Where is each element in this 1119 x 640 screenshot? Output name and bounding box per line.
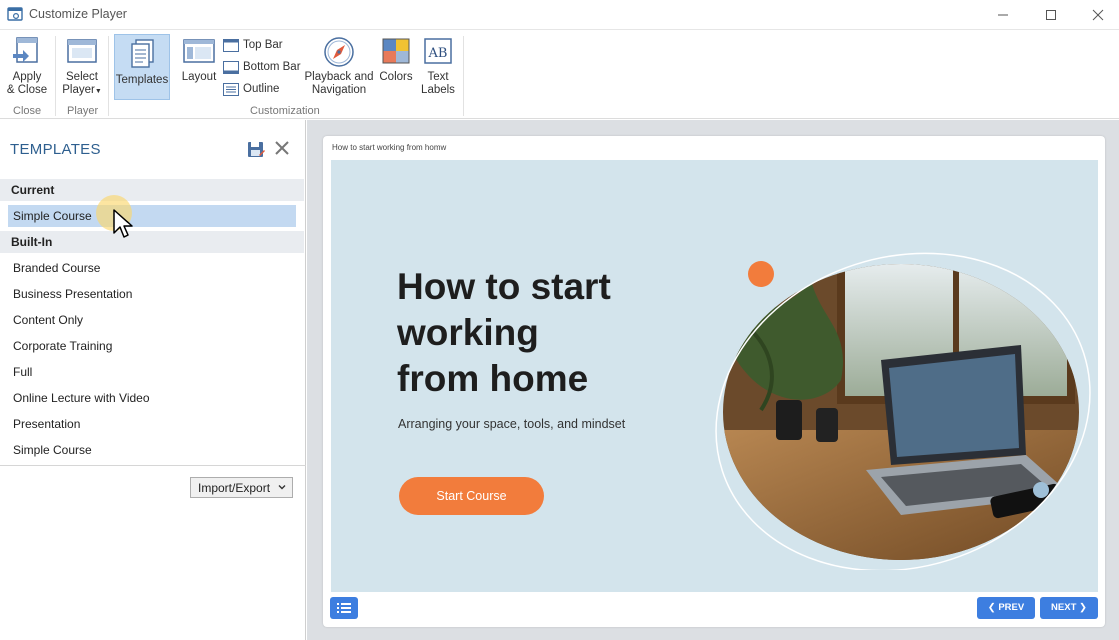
template-item[interactable]: Business Presentation xyxy=(8,283,296,305)
maximize-icon[interactable] xyxy=(1028,0,1074,30)
window-title: Customize Player xyxy=(29,7,127,21)
templates-panel: TEMPLATES Current Simple Course Built-In… xyxy=(0,120,306,640)
slide-subtitle: Arranging your space, tools, and mindset xyxy=(398,417,626,431)
mouse-cursor-icon xyxy=(113,209,133,238)
layout-button[interactable]: Layout xyxy=(178,34,220,84)
ribbon-separator xyxy=(55,36,56,116)
workspace-photo-image xyxy=(715,252,1091,570)
close-panel-icon[interactable] xyxy=(273,139,291,157)
import-export-label: Import/Export xyxy=(198,481,271,495)
apply-close-label-1: Apply xyxy=(12,71,42,83)
templates-panel-title: TEMPLATES xyxy=(10,141,101,158)
bottom-bar-label: Bottom Bar xyxy=(243,61,301,73)
dropdown-arrow-icon: ▼ xyxy=(94,88,102,95)
apply-close-button[interactable]: Apply & Close xyxy=(6,34,48,97)
colors-button[interactable]: Colors xyxy=(378,34,414,84)
template-item[interactable]: Content Only xyxy=(8,309,296,331)
title-bar: Customize Player xyxy=(0,0,1119,30)
slide-heading: How to start working from home xyxy=(397,266,611,399)
apply-close-icon xyxy=(13,37,38,63)
playback-label-2: Navigation xyxy=(311,84,367,96)
minimize-icon[interactable] xyxy=(980,0,1026,30)
slide-canvas: How to start working from home Arranging… xyxy=(331,160,1098,592)
save-icon[interactable] xyxy=(247,141,265,159)
prev-button[interactable]: ❮ PREV xyxy=(977,597,1035,619)
app-icon xyxy=(7,7,23,21)
group-label-player: Player xyxy=(67,105,99,117)
apply-close-label-2: & Close xyxy=(6,84,48,96)
next-button[interactable]: NEXT ❯ xyxy=(1040,597,1098,619)
ribbon-toolbar: Apply & Close Close Select Player▼ Playe… xyxy=(0,30,1119,119)
import-export-dropdown[interactable]: Import/Export xyxy=(190,477,293,498)
templates-button[interactable]: Templates xyxy=(114,34,170,100)
template-item[interactable]: Corporate Training xyxy=(8,335,296,357)
panel-divider xyxy=(0,465,306,466)
templates-icon xyxy=(131,39,154,68)
ribbon-separator xyxy=(108,36,109,116)
current-section-header: Current xyxy=(0,179,304,201)
top-bar-button[interactable]: Top Bar xyxy=(223,36,283,54)
player-icon xyxy=(67,39,97,63)
layout-icon xyxy=(183,39,215,63)
text-labels-label-1: Text xyxy=(427,71,449,83)
list-icon xyxy=(337,603,351,613)
select-player-label-2: Player xyxy=(62,84,95,96)
template-item[interactable]: Online Lecture with Video xyxy=(8,387,296,409)
bottom-bar-button[interactable]: Bottom Bar xyxy=(223,58,301,76)
menu-button[interactable] xyxy=(330,597,358,619)
colors-label: Colors xyxy=(379,71,413,83)
start-course-button[interactable]: Start Course xyxy=(399,477,544,515)
template-item[interactable]: Simple Course xyxy=(8,439,296,461)
bottom-bar-icon xyxy=(223,60,239,74)
template-item[interactable]: Full xyxy=(8,361,296,383)
text-labels-button[interactable]: AB Text Labels xyxy=(418,34,458,97)
template-item[interactable]: Presentation xyxy=(8,413,296,435)
group-label-close: Close xyxy=(13,105,42,117)
group-label-customization: Customization xyxy=(250,105,320,117)
templates-label: Templates xyxy=(115,74,169,86)
outline-icon xyxy=(223,82,239,96)
template-item[interactable]: Branded Course xyxy=(8,257,296,279)
top-bar-label: Top Bar xyxy=(243,39,283,51)
ribbon-separator xyxy=(463,36,464,116)
compass-icon xyxy=(324,37,354,67)
layout-label: Layout xyxy=(181,71,217,83)
colors-icon xyxy=(382,38,410,64)
text-labels-label-2: Labels xyxy=(421,84,455,96)
close-icon[interactable] xyxy=(1075,0,1119,30)
chevron-down-icon xyxy=(278,485,286,490)
select-player-label-1: Select xyxy=(66,71,98,83)
player-title: How to start working from homw xyxy=(332,143,447,152)
top-bar-icon xyxy=(223,38,239,52)
playback-navigation-button[interactable]: Playback and Navigation xyxy=(304,34,374,97)
select-player-button[interactable]: Select Player▼ xyxy=(61,34,103,98)
builtin-section-header: Built-In xyxy=(0,231,304,253)
outline-label: Outline xyxy=(243,83,280,95)
svg-text:AB: AB xyxy=(428,46,448,61)
text-labels-icon: AB xyxy=(424,38,452,64)
playback-label-1: Playback and xyxy=(304,71,374,83)
outline-button[interactable]: Outline xyxy=(223,80,279,98)
template-item-current-simple-course[interactable]: Simple Course xyxy=(8,205,296,227)
